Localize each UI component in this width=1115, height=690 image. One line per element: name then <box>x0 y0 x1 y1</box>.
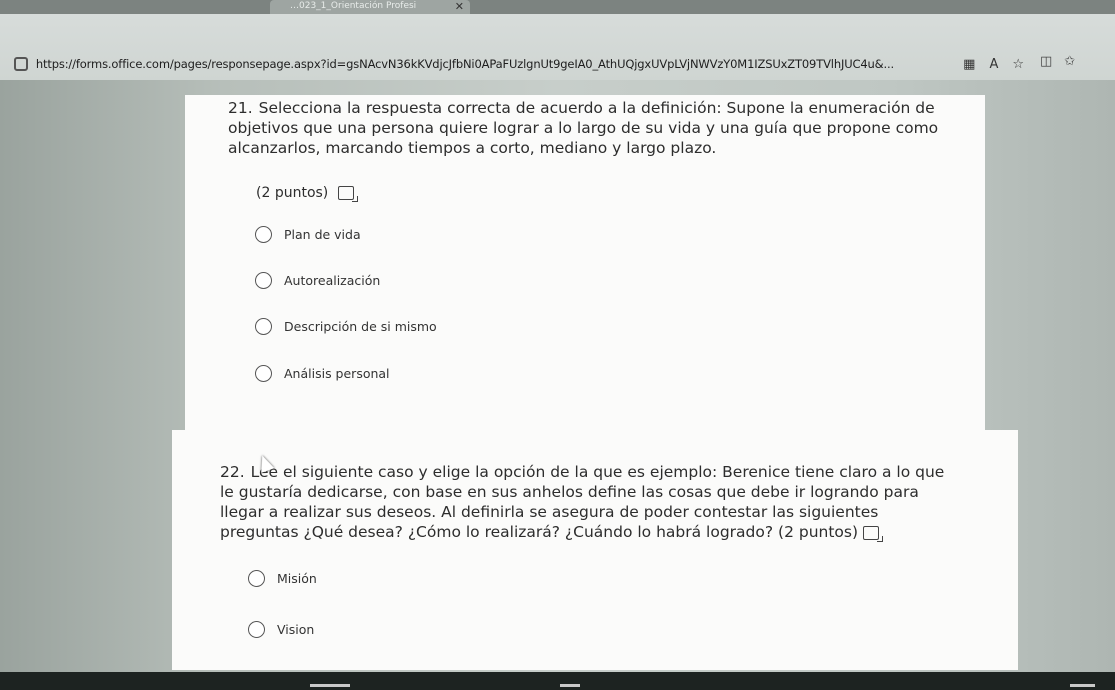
question-number: 21. <box>228 99 253 117</box>
address-bar: https://forms.office.com/pages/responsep… <box>0 14 1115 80</box>
option-autorealizacion[interactable]: Autorealización <box>255 272 380 289</box>
url-actions: ▦ A ☆ <box>963 57 1024 72</box>
immersive-reader-icon[interactable] <box>862 525 883 542</box>
option-label: Plan de vida <box>284 227 361 242</box>
tab-close-icon[interactable]: ✕ <box>455 0 464 13</box>
option-label: Misión <box>277 571 317 586</box>
option-label: Vision <box>277 622 315 637</box>
question-text: Selecciona la respuesta correcta de acue… <box>228 99 939 157</box>
taskbar-indicator <box>1070 684 1095 687</box>
option-mision[interactable]: Misión <box>248 570 317 587</box>
option-plan-de-vida[interactable]: Plan de vida <box>255 226 361 243</box>
site-info-icon[interactable] <box>14 57 28 71</box>
question-number: 22. <box>220 463 245 481</box>
reader-view-icon[interactable]: ▦ <box>963 57 975 72</box>
radio-button[interactable] <box>255 226 272 243</box>
taskbar-indicator <box>310 684 350 687</box>
option-label: Autorealización <box>284 273 381 288</box>
points-text: (2 puntos) <box>778 523 859 541</box>
points-text: (2 puntos) <box>256 185 329 201</box>
favorite-star-icon[interactable]: ☆ <box>1012 57 1024 72</box>
points-label-21: (2 puntos) <box>256 185 359 202</box>
option-analisis-personal[interactable]: Análisis personal <box>255 365 390 382</box>
radio-button[interactable] <box>248 570 265 587</box>
radio-button[interactable] <box>248 621 265 638</box>
browser-tab[interactable]: …023_1_Orientación Profesi ✕ <box>270 0 470 14</box>
tab-title: …023_1_Orientación Profesi <box>290 1 417 11</box>
taskbar <box>0 672 1115 690</box>
option-label: Análisis personal <box>284 366 390 381</box>
favorites-bar-icon[interactable]: ✩ <box>1064 54 1075 69</box>
browser-tab-bar: …023_1_Orientación Profesi ✕ <box>0 0 1115 14</box>
read-aloud-icon[interactable]: A <box>989 57 998 72</box>
url-field[interactable]: https://forms.office.com/pages/responsep… <box>14 52 1024 76</box>
radio-button[interactable] <box>255 272 272 289</box>
immersive-reader-icon[interactable] <box>338 186 359 202</box>
option-vision[interactable]: Vision <box>248 621 314 638</box>
radio-button[interactable] <box>255 318 272 335</box>
split-view-icon[interactable]: ◫ <box>1040 54 1052 69</box>
taskbar-indicator <box>560 684 580 687</box>
question-22: 22. Lee el siguiente caso y elige la opci… <box>220 462 960 542</box>
option-label: Descripción de si mismo <box>284 319 437 334</box>
browser-tools: ◫ ✩ <box>1040 54 1075 69</box>
option-descripcion[interactable]: Descripción de si mismo <box>255 318 437 335</box>
url-text[interactable]: https://forms.office.com/pages/responsep… <box>36 57 951 71</box>
question-21: 21. Selecciona la respuesta correcta de a… <box>228 98 948 158</box>
radio-button[interactable] <box>255 365 272 382</box>
